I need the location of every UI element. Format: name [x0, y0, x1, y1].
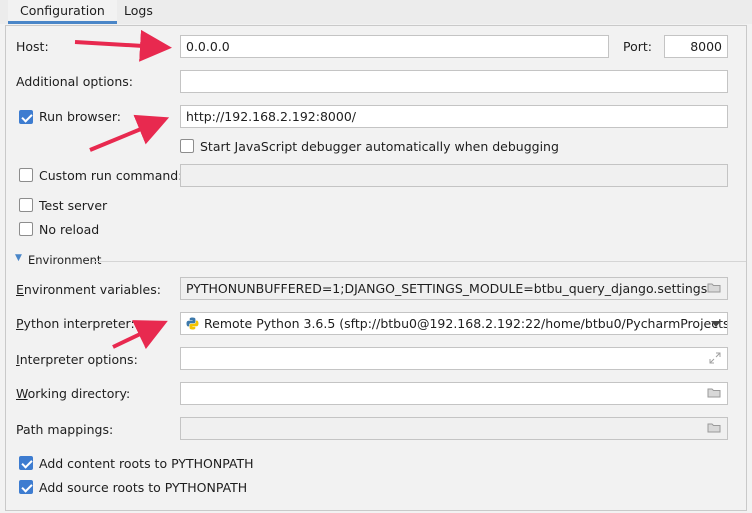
env-vars-label: Environment variables: — [16, 282, 161, 297]
test-server-label: Test server — [39, 198, 108, 213]
python-interpreter-label-text: ython interpreter: — [23, 316, 135, 331]
no-reload-checkbox[interactable] — [19, 222, 33, 236]
working-directory-label-text: orking directory: — [27, 386, 131, 401]
working-directory-mnemonic: W — [16, 386, 28, 401]
interpreter-options-label: Interpreter options: — [16, 352, 138, 367]
tab-logs[interactable]: Logs — [112, 0, 165, 24]
env-vars-value: PYTHONUNBUFFERED=1;DJANGO_SETTINGS_MODUL… — [186, 281, 708, 296]
custom-run-command-input[interactable] — [180, 164, 728, 187]
python-interpreter-label: Python interpreter: — [16, 316, 135, 331]
env-vars-input[interactable]: PYTHONUNBUFFERED=1;DJANGO_SETTINGS_MODUL… — [180, 277, 728, 300]
content-roots-checkbox[interactable] — [19, 456, 33, 470]
content-roots-label: Add content roots to PYTHONPATH — [39, 456, 254, 471]
python-interpreter-value: Remote Python 3.6.5 (sftp://btbu0@192.16… — [204, 316, 728, 331]
python-icon — [186, 317, 199, 330]
environment-collapse-icon[interactable]: ▼ — [15, 253, 22, 263]
interpreter-options-label-text: nterpreter options: — [19, 352, 138, 367]
working-directory-label: Working directory: — [16, 386, 130, 401]
python-interpreter-select[interactable]: Remote Python 3.6.5 (sftp://btbu0@192.16… — [180, 312, 728, 335]
source-roots-checkbox[interactable] — [19, 480, 33, 494]
working-directory-input[interactable] — [180, 382, 728, 405]
env-vars-label-text: nvironment variables: — [23, 282, 161, 297]
tab-configuration[interactable]: Configuration — [8, 0, 117, 24]
custom-run-command-label: Custom run command: — [39, 168, 183, 183]
additional-options-label: Additional options: — [16, 74, 133, 89]
port-label: Port: — [623, 39, 652, 54]
run-browser-url-input[interactable]: http://192.168.2.192:8000/ — [180, 105, 728, 128]
chevron-down-icon[interactable] — [711, 321, 721, 327]
run-browser-label: Run browser: — [39, 109, 121, 124]
source-roots-label: Add source roots to PYTHONPATH — [39, 480, 248, 495]
expand-icon[interactable] — [709, 352, 721, 364]
custom-run-command-checkbox[interactable] — [19, 168, 33, 182]
path-mappings-label: Path mappings: — [16, 422, 114, 437]
additional-options-input[interactable] — [180, 70, 728, 93]
interpreter-options-input[interactable] — [180, 347, 728, 370]
test-server-checkbox[interactable] — [19, 198, 33, 212]
environment-section-title[interactable]: Environment — [28, 253, 101, 267]
env-vars-mnemonic: E — [16, 282, 24, 297]
js-debugger-checkbox[interactable] — [180, 139, 194, 153]
host-label: Host: — [16, 39, 49, 54]
js-debugger-label: Start JavaScript debugger automatically … — [200, 139, 559, 154]
run-browser-checkbox[interactable] — [19, 110, 33, 124]
host-input[interactable]: 0.0.0.0 — [180, 35, 609, 58]
folder-icon[interactable] — [707, 282, 721, 293]
tab-bar: Configuration Logs — [0, 0, 752, 24]
port-input[interactable]: 8000 — [664, 35, 728, 58]
path-mappings-input[interactable] — [180, 417, 728, 440]
environment-separator — [92, 261, 746, 262]
folder-icon[interactable] — [707, 422, 721, 433]
folder-icon[interactable] — [707, 387, 721, 398]
no-reload-label: No reload — [39, 222, 100, 237]
python-interpreter-mnemonic: P — [16, 316, 24, 331]
